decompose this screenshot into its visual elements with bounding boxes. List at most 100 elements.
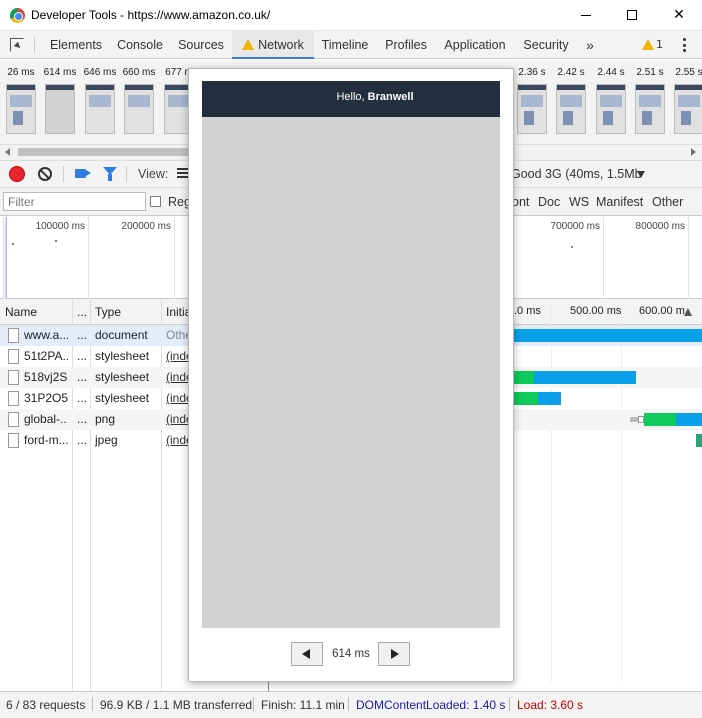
type-filter-ws[interactable]: WS [569,195,589,209]
more-tabs-button[interactable]: » [579,31,601,59]
frame-time: 2.51 s [636,67,664,78]
filmstrip-frame[interactable]: 660 ms [123,67,155,134]
warning-count[interactable]: 1 [656,38,663,51]
request-type: document [95,328,148,342]
frame-time: 2.36 s [518,67,546,78]
large-rows-icon[interactable] [177,168,188,178]
scroll-left-icon[interactable] [5,148,10,156]
frame-thumbnail [635,84,665,134]
type-filter-doc[interactable]: Doc [538,195,560,209]
column-header-name[interactable]: Name [5,305,37,319]
waterfall-bar-waiting [644,413,676,426]
capture-screenshots-icon[interactable] [75,169,91,178]
tab-sources[interactable]: Sources [171,31,231,59]
request-name: www.a... [24,328,68,342]
preview-greeting-name: Branwell [367,91,414,103]
tab-elements[interactable]: Elements [43,31,109,59]
filmstrip-frame[interactable]: 2.44 s [596,67,626,134]
stylesheet-file-icon [8,349,19,364]
request-status: ... [77,433,88,447]
tab-profiles[interactable]: Profiles [378,31,434,59]
waterfall-tick-label: 500.00 ms [570,305,622,317]
frame-time: 2.42 s [557,67,585,78]
tab-timeline[interactable]: Timeline [315,31,375,59]
tab-network[interactable]: Network [232,31,314,59]
chrome-logo-icon [10,8,25,23]
request-initiator[interactable]: (inde [166,412,188,426]
overview-mark [55,240,57,242]
frame-thumbnail [517,84,547,134]
next-frame-button[interactable] [378,642,410,666]
stylesheet-file-icon [8,391,19,406]
request-status: ... [77,391,88,405]
chevron-down-icon[interactable] [637,171,645,178]
waterfall-bar-download [676,413,702,426]
frame-time: 26 ms [7,67,35,78]
filmstrip-frame[interactable]: 614 ms [44,67,76,134]
document-file-icon [8,328,19,343]
request-initiator[interactable]: (inde [166,349,188,363]
filmstrip-frame[interactable]: 2.42 s [556,67,586,134]
inspect-element-icon[interactable] [10,38,24,52]
filter-input[interactable] [3,192,146,211]
previous-frame-button[interactable] [291,642,323,666]
filter-icon[interactable] [103,167,117,181]
tab-console[interactable]: Console [110,31,170,59]
close-button[interactable]: ✕ [656,0,702,31]
overview-mark [12,243,14,245]
scroll-right-icon[interactable] [691,148,696,156]
filmstrip-frame[interactable]: 2.55 s [674,67,702,134]
minimize-button[interactable] [563,0,609,31]
frame-time: 660 ms [122,67,156,78]
frame-thumbnail [6,84,36,134]
maximize-button[interactable] [609,0,655,31]
filmstrip-frame[interactable]: 646 ms [84,67,116,134]
status-divider [253,697,254,711]
column-header-type[interactable]: Type [95,305,121,319]
record-icon[interactable] [10,167,24,181]
warning-icon [242,39,255,50]
frame-thumbnail [674,84,702,134]
request-initiator[interactable]: (inde [166,370,188,384]
filmstrip-frame[interactable]: 26 ms [6,67,36,134]
tab-application[interactable]: Application [438,31,512,59]
request-name: 518vj2S... [24,370,68,384]
minimize-icon [581,14,591,16]
image-file-icon [8,433,19,448]
load-time: Load: 3.60 s [517,698,584,712]
regex-checkbox[interactable] [150,196,161,207]
clear-icon[interactable] [38,167,52,181]
status-divider [92,697,93,711]
tab-security[interactable]: Security [516,31,576,59]
kebab-menu-icon[interactable] [683,38,686,52]
column-header-status[interactable]: ... [77,305,87,319]
type-filter-font[interactable]: ont [512,195,529,209]
frame-time-label: 614 ms [332,648,370,660]
transferred-size: 96.9 KB / 1.1 MB transferred [100,698,253,712]
request-initiator[interactable]: (inde [166,433,188,447]
finish-time: Finish: 11.1 min [261,698,345,712]
stylesheet-file-icon [8,370,19,385]
request-status: ... [77,349,88,363]
request-count: 6 / 83 requests [6,698,86,712]
type-filter-other[interactable]: Other [652,195,683,209]
request-initiator[interactable]: (inde [166,391,188,405]
preview-page-body [202,117,500,628]
frame-thumbnail [85,84,115,134]
warning-count-icon[interactable] [642,39,654,50]
type-filter-manifest[interactable]: Manifest [596,195,643,209]
request-type: png [95,412,116,426]
status-divider [509,697,510,711]
filmstrip-frame[interactable]: 2.51 s [635,67,665,134]
view-label: View: [138,167,169,181]
filmstrip-frame[interactable]: 2.36 s [517,67,547,134]
request-initiator[interactable]: Othe [166,328,188,342]
sort-ascending-icon[interactable] [684,308,692,316]
throttling-select[interactable]: Good 3G (40ms, 1.5Mb [511,167,642,181]
request-name: 51t2PA... [24,349,68,363]
tab-network-label: Network [258,38,304,52]
request-type: stylesheet [95,391,150,405]
request-type: jpeg [95,433,118,447]
waterfall-tick-label: 600.00 m [639,305,685,317]
maximize-icon [627,10,637,20]
